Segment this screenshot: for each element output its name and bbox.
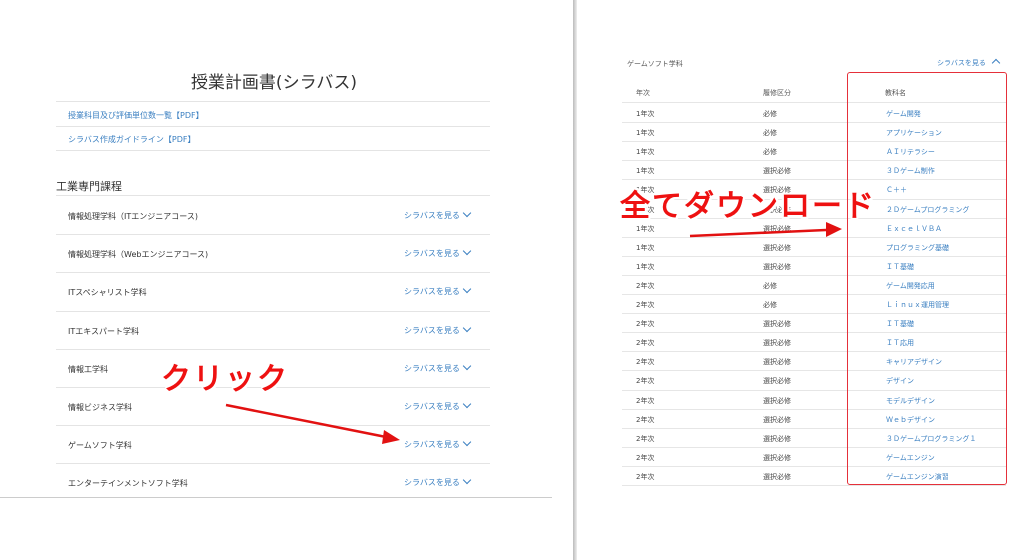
download-all-annotation: 全てダウンロード [620, 189, 876, 224]
annotation-arrows [225, 222, 842, 444]
click-annotation: クリック [161, 362, 289, 397]
arrow-to-syllabus-button [225, 403, 400, 444]
